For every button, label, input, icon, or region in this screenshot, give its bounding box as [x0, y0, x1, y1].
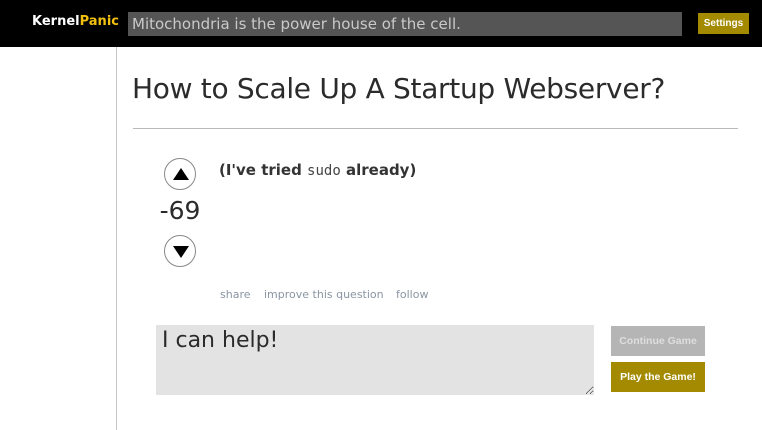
improve-question-link[interactable]: improve this question [264, 288, 384, 301]
left-gutter-divider [116, 47, 117, 430]
triangle-up-icon [173, 168, 189, 180]
logo[interactable]: KernelPanic [32, 14, 119, 29]
triangle-down-icon [173, 246, 189, 258]
logo-text-panic: Panic [79, 14, 119, 29]
title-divider [133, 128, 738, 129]
logo-text-kernel: Kernel [32, 14, 80, 29]
question-body-prefix: (I've tried [219, 161, 308, 179]
follow-link[interactable]: follow [396, 288, 428, 301]
share-link[interactable]: share [220, 288, 251, 301]
settings-button[interactable]: Settings [698, 13, 749, 34]
downvote-button[interactable] [164, 235, 196, 267]
top-bar: KernelPanic Settings [0, 0, 762, 47]
question-body-suffix: already) [340, 161, 417, 179]
question-body: (I've tried sudo already) [219, 161, 416, 179]
search-input[interactable] [128, 12, 682, 36]
continue-game-button[interactable]: Continue Game [611, 326, 705, 356]
upvote-button[interactable] [164, 158, 196, 190]
play-game-button[interactable]: Play the Game! [611, 362, 705, 392]
question-title: How to Scale Up A Startup Webserver? [132, 72, 666, 105]
question-body-code: sudo [307, 163, 341, 179]
answer-textarea[interactable]: I can help! [156, 325, 594, 395]
vote-count: -69 [159, 196, 201, 225]
